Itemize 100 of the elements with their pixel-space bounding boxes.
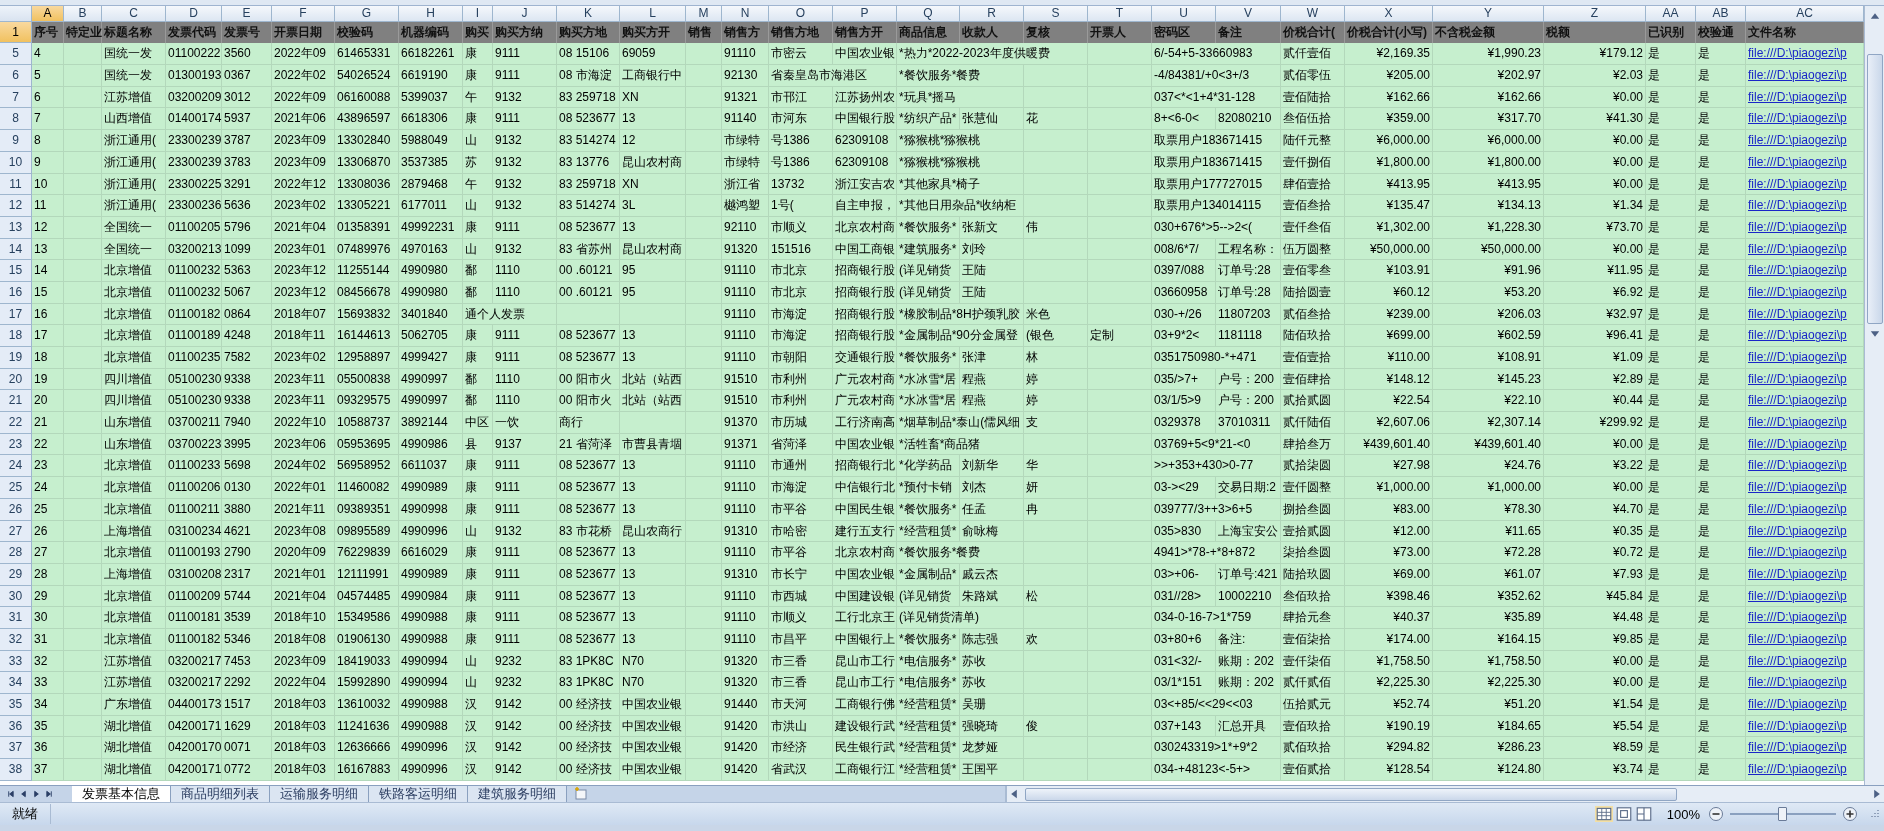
table-cell: ¥2,225.30 — [1345, 672, 1433, 695]
table-cell: 21 — [32, 412, 64, 434]
file-link[interactable]: file:///D:\piaogezi\p — [1746, 455, 1864, 478]
row-header[interactable]: 27 — [0, 520, 32, 543]
file-link[interactable]: file:///D:\piaogezi\p — [1746, 151, 1864, 174]
previous-sheet-icon[interactable] — [19, 788, 28, 799]
file-link[interactable]: file:///D:\piaogezi\p — [1746, 281, 1864, 304]
file-link[interactable]: file:///D:\piaogezi\p — [1746, 43, 1864, 66]
file-link[interactable]: file:///D:\piaogezi\p — [1746, 412, 1864, 434]
file-link[interactable]: file:///D:\piaogezi\p — [1746, 347, 1864, 369]
sheet-tab[interactable]: 发票基本信息 — [72, 785, 171, 802]
row-header[interactable]: 11 — [0, 173, 32, 196]
row-header[interactable]: 37 — [0, 737, 32, 760]
row-header[interactable]: 18 — [0, 325, 32, 348]
table-cell: 10 — [32, 173, 64, 196]
page-layout-icon[interactable] — [1614, 806, 1633, 823]
row-header[interactable]: 15 — [0, 260, 32, 282]
scroll-thumb[interactable] — [1025, 787, 1677, 801]
file-link[interactable]: file:///D:\piaogezi\p — [1746, 86, 1864, 109]
table-cell: *纺织产品* — [897, 108, 960, 131]
row-header[interactable]: 20 — [0, 368, 32, 391]
table-cell: 四川增值 — [102, 368, 166, 391]
file-link[interactable]: file:///D:\piaogezi\p — [1746, 303, 1864, 326]
table-cell: 9132 — [493, 520, 557, 543]
row-header[interactable]: 9 — [0, 130, 32, 152]
row-header[interactable]: 34 — [0, 672, 32, 695]
row-header[interactable]: 24 — [0, 455, 32, 478]
horizontal-scrollbar[interactable] — [1005, 785, 1884, 802]
file-link[interactable]: file:///D:\piaogezi\p — [1746, 130, 1864, 152]
row-header[interactable]: 10 — [0, 151, 32, 174]
slider-thumb[interactable] — [1778, 807, 1787, 822]
table-cell: 是 — [1646, 715, 1696, 738]
row-header[interactable]: 16 — [0, 281, 32, 304]
zoom-in-button[interactable] — [1842, 806, 1858, 823]
file-link[interactable]: file:///D:\piaogezi\p — [1746, 477, 1864, 499]
normal-view-icon[interactable] — [1594, 806, 1613, 823]
table-cell: 2021年01 — [272, 563, 335, 586]
row-header[interactable]: 32 — [0, 628, 32, 651]
row-header[interactable]: 13 — [0, 216, 32, 239]
row-header[interactable]: 25 — [0, 477, 32, 499]
table-cell: ¥108.91 — [1433, 347, 1544, 369]
file-link[interactable]: file:///D:\piaogezi\p — [1746, 173, 1864, 196]
file-link[interactable]: file:///D:\piaogezi\p — [1746, 607, 1864, 629]
row-header[interactable]: 6 — [0, 65, 32, 87]
row-header[interactable]: 30 — [0, 585, 32, 608]
file-link[interactable]: file:///D:\piaogezi\p — [1746, 650, 1864, 673]
row-header[interactable]: 1 — [0, 21, 32, 44]
file-link[interactable]: file:///D:\piaogezi\p — [1746, 694, 1864, 716]
file-link[interactable]: file:///D:\piaogezi\p — [1746, 238, 1864, 261]
file-link[interactable]: file:///D:\piaogezi\p — [1746, 585, 1864, 608]
file-link[interactable]: file:///D:\piaogezi\p — [1746, 520, 1864, 543]
file-link[interactable]: file:///D:\piaogezi\p — [1746, 108, 1864, 131]
row-header[interactable]: 17 — [0, 303, 32, 326]
row-header[interactable]: 19 — [0, 347, 32, 369]
row-header[interactable]: 21 — [0, 390, 32, 413]
row-header[interactable]: 14 — [0, 238, 32, 261]
zoom-percent[interactable]: 100% — [1666, 806, 1700, 822]
table-cell: 91321 — [722, 86, 769, 109]
file-link[interactable]: file:///D:\piaogezi\p — [1746, 759, 1864, 781]
row-header[interactable]: 36 — [0, 715, 32, 738]
page-break-icon[interactable] — [1634, 806, 1653, 823]
row-header[interactable]: 35 — [0, 694, 32, 716]
first-sheet-icon[interactable] — [6, 788, 15, 799]
file-link[interactable]: file:///D:\piaogezi\p — [1746, 390, 1864, 413]
row-header[interactable]: 22 — [0, 412, 32, 434]
last-sheet-icon[interactable] — [45, 788, 54, 799]
zoom-out-button[interactable] — [1708, 806, 1724, 823]
file-link[interactable]: file:///D:\piaogezi\p — [1746, 542, 1864, 564]
row-header[interactable]: 7 — [0, 86, 32, 109]
row-header[interactable]: 12 — [0, 195, 32, 217]
file-link[interactable]: file:///D:\piaogezi\p — [1746, 65, 1864, 87]
file-link[interactable]: file:///D:\piaogezi\p — [1746, 325, 1864, 348]
file-link[interactable]: file:///D:\piaogezi\p — [1746, 368, 1864, 391]
row-header[interactable]: 26 — [0, 498, 32, 521]
sheet-tab[interactable]: 建筑服务明细 — [468, 785, 567, 802]
scroll-thumb[interactable] — [1866, 53, 1883, 324]
file-link[interactable]: file:///D:\piaogezi\p — [1746, 260, 1864, 282]
row-header[interactable]: 5 — [0, 43, 32, 66]
file-link[interactable]: file:///D:\piaogezi\p — [1746, 195, 1864, 217]
file-link[interactable]: file:///D:\piaogezi\p — [1746, 563, 1864, 586]
row-header[interactable]: 31 — [0, 607, 32, 629]
file-link[interactable]: file:///D:\piaogezi\p — [1746, 672, 1864, 695]
row-header[interactable]: 29 — [0, 563, 32, 586]
row-header[interactable]: 8 — [0, 108, 32, 131]
file-link[interactable]: file:///D:\piaogezi\p — [1746, 628, 1864, 651]
sheet-tab[interactable]: 铁路客运明细 — [369, 785, 468, 802]
file-link[interactable]: file:///D:\piaogezi\p — [1746, 737, 1864, 760]
vertical-scrollbar[interactable] — [1864, 5, 1884, 785]
row-header[interactable]: 33 — [0, 650, 32, 673]
file-link[interactable]: file:///D:\piaogezi\p — [1746, 433, 1864, 456]
table-cell: 13 — [620, 585, 686, 608]
file-link[interactable]: file:///D:\piaogezi\p — [1746, 216, 1864, 239]
next-sheet-icon[interactable] — [32, 788, 41, 799]
file-link[interactable]: file:///D:\piaogezi\p — [1746, 715, 1864, 738]
row-header[interactable]: 38 — [0, 759, 32, 781]
row-header[interactable]: 28 — [0, 542, 32, 564]
sheet-tab[interactable]: 运输服务明细 — [270, 785, 369, 802]
file-link[interactable]: file:///D:\piaogezi\p — [1746, 498, 1864, 521]
row-header[interactable]: 23 — [0, 433, 32, 456]
sheet-tab[interactable]: 商品明细列表 — [171, 785, 270, 802]
